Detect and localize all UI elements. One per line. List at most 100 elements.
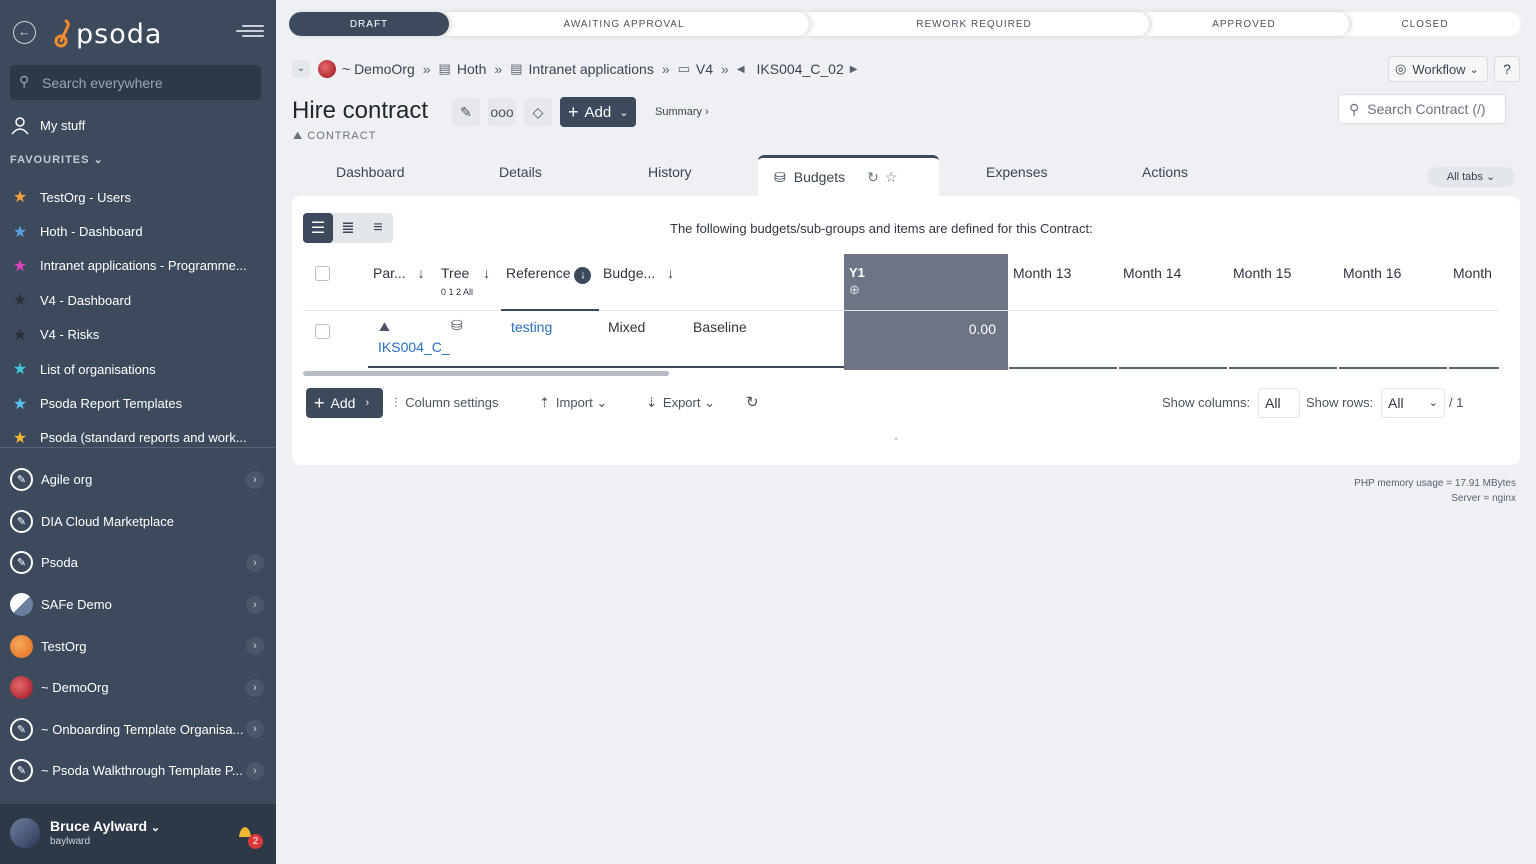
- add-item-button[interactable]: + Add ›: [306, 388, 383, 418]
- tag-icon[interactable]: ◇: [524, 98, 552, 126]
- avatar[interactable]: [10, 818, 40, 848]
- tree-levels[interactable]: 0 1 2 All: [441, 287, 473, 297]
- logo[interactable]: psoda: [52, 16, 162, 52]
- resize-handle-icon[interactable]: ⌄: [892, 432, 900, 443]
- refresh-icon[interactable]: ↻: [746, 393, 759, 411]
- organisation-item[interactable]: SAFe Demo ›: [0, 584, 276, 626]
- column-header-month[interactable]: Month: [1453, 265, 1492, 281]
- star-icon: ★: [12, 223, 28, 241]
- organisation-label: Agile org: [41, 472, 93, 488]
- column-header-month-16[interactable]: Month 16: [1343, 265, 1401, 281]
- density-medium-icon[interactable]: ≣: [333, 213, 363, 243]
- column-header-tree[interactable]: Tree ↓: [441, 265, 490, 281]
- next-icon[interactable]: ▶: [850, 64, 858, 75]
- column-header-month-14[interactable]: Month 14: [1123, 265, 1181, 281]
- budget-tree-icon: ⛁: [451, 317, 463, 333]
- column-header-month-15[interactable]: Month 15: [1233, 265, 1291, 281]
- favourite-item[interactable]: ★ Intranet applications - Programme...: [10, 249, 260, 283]
- favourites-heading[interactable]: FAVOURITES ⌄: [10, 153, 104, 166]
- previous-icon[interactable]: ◀: [737, 64, 745, 75]
- back-icon[interactable]: ←: [13, 21, 36, 44]
- star-icon[interactable]: ☆: [885, 169, 898, 186]
- plus-icon: +: [568, 101, 579, 122]
- breadcrumb-programme[interactable]: Intranet applications: [529, 61, 654, 77]
- my-stuff-link[interactable]: My stuff: [10, 114, 85, 136]
- export-button[interactable]: ⇣ Export ⌄: [646, 395, 715, 411]
- favourite-item[interactable]: ★ Psoda (standard reports and work...: [10, 421, 260, 455]
- breadcrumb-portfolio[interactable]: Hoth: [457, 61, 487, 77]
- status-awaiting-approval[interactable]: AWAITING APPROVAL: [439, 12, 809, 36]
- status-approved[interactable]: APPROVED: [1139, 12, 1349, 36]
- workflow-button[interactable]: ◎ Workflow ⌄: [1388, 56, 1488, 82]
- tab-history[interactable]: History: [648, 164, 692, 180]
- user-name-text: Bruce Aylward: [50, 818, 147, 834]
- column-settings-button[interactable]: ⫶ Column settings: [394, 395, 498, 411]
- organisation-item[interactable]: TestOrg ›: [0, 625, 276, 667]
- favourite-item[interactable]: ★ Psoda Report Templates: [10, 386, 260, 420]
- column-header-reference[interactable]: Reference ↓: [506, 265, 592, 284]
- tab-dashboard[interactable]: Dashboard: [336, 164, 405, 180]
- row-checkbox[interactable]: [315, 324, 330, 339]
- chevron-right-icon[interactable]: ›: [246, 470, 264, 489]
- tab-budgets[interactable]: ⛁ Budgets ↻ ☆: [758, 155, 939, 196]
- edit-icon[interactable]: ✎: [452, 98, 480, 126]
- chevron-right-icon[interactable]: ›: [246, 553, 264, 572]
- organisation-item[interactable]: ✎ ~ Onboarding Template Organisa... ›: [0, 709, 276, 751]
- chevron-right-icon[interactable]: ›: [246, 761, 264, 780]
- column-header-budget[interactable]: Budge... ↓: [603, 265, 674, 281]
- user-name[interactable]: Bruce Aylward ⌄: [50, 818, 160, 834]
- all-tabs-button[interactable]: All tabs ⌄: [1427, 167, 1515, 187]
- status-draft[interactable]: DRAFT: [289, 12, 449, 36]
- density-large-icon[interactable]: ☰: [303, 213, 333, 243]
- help-button[interactable]: ?: [1494, 56, 1520, 82]
- y1-value[interactable]: 0.00: [844, 321, 996, 337]
- column-header-parent[interactable]: Par... ↓: [373, 265, 425, 281]
- column-header-month-13[interactable]: Month 13: [1013, 265, 1071, 281]
- organisation-item[interactable]: ✎ ~ Psoda Walkthrough Template P... ›: [0, 750, 276, 792]
- parent-link[interactable]: IKS004_C_: [378, 339, 450, 355]
- user-panel[interactable]: Bruce Aylward ⌄ baylward 2: [0, 804, 276, 864]
- more-options-icon[interactable]: ooo: [488, 98, 516, 126]
- add-item-label: Add: [330, 395, 356, 411]
- import-button[interactable]: ⇡ Import ⌄: [539, 395, 607, 411]
- favourite-item[interactable]: ★ V4 - Risks: [10, 318, 260, 352]
- search-contract-input[interactable]: ⚲ Search Contract (/): [1338, 94, 1506, 124]
- add-button[interactable]: + Add ⌄: [560, 97, 637, 127]
- favourite-item[interactable]: ★ List of organisations: [10, 352, 260, 386]
- chevron-right-icon[interactable]: ›: [246, 595, 264, 614]
- sort-active-icon: ↓: [574, 267, 592, 284]
- chevron-down-icon[interactable]: ⌄: [292, 60, 310, 78]
- reference-link[interactable]: testing: [511, 319, 552, 335]
- favourite-item[interactable]: ★ V4 - Dashboard: [10, 283, 260, 317]
- tab-expenses[interactable]: Expenses: [986, 164, 1047, 180]
- favourite-item[interactable]: ★ TestOrg - Users: [10, 180, 260, 214]
- breadcrumb-project[interactable]: V4: [696, 61, 713, 77]
- collapse-sidebar-icon[interactable]: [236, 22, 264, 42]
- chevron-down-icon: ⌄: [93, 154, 104, 166]
- favourite-item[interactable]: ★ Hoth - Dashboard: [10, 214, 260, 248]
- refresh-icon[interactable]: ↻: [867, 169, 879, 186]
- status-rework-required[interactable]: REWORK REQUIRED: [799, 12, 1149, 36]
- tab-details[interactable]: Details: [499, 164, 542, 180]
- organisation-item[interactable]: ✎ Agile org ›: [0, 459, 276, 501]
- column-header-y1[interactable]: Y1: [849, 265, 865, 280]
- organisation-item[interactable]: ~ DemoOrg ›: [0, 667, 276, 709]
- status-closed[interactable]: CLOSED: [1339, 12, 1511, 36]
- show-columns-select[interactable]: All: [1258, 388, 1300, 418]
- show-rows-select[interactable]: All ⌄: [1381, 388, 1445, 418]
- tab-actions[interactable]: Actions: [1142, 164, 1188, 180]
- summary-link[interactable]: Summary ›: [655, 106, 709, 118]
- horizontal-scrollbar[interactable]: [303, 371, 669, 376]
- search-everywhere[interactable]: ⚲: [10, 65, 261, 100]
- organisation-item[interactable]: ✎ Psoda ›: [0, 542, 276, 584]
- chevron-right-icon[interactable]: ›: [246, 637, 264, 656]
- expand-year-icon[interactable]: ⊕: [849, 282, 860, 298]
- chevron-right-icon[interactable]: ›: [246, 720, 264, 739]
- breadcrumb-org[interactable]: ~ DemoOrg: [342, 61, 415, 77]
- chevron-right-icon[interactable]: ›: [246, 678, 264, 697]
- select-all-checkbox[interactable]: [315, 266, 330, 281]
- favourite-label: TestOrg - Users: [40, 189, 132, 205]
- search-everywhere-input[interactable]: [42, 65, 252, 100]
- density-small-icon[interactable]: ≡: [363, 213, 393, 243]
- organisation-item[interactable]: ✎ DIA Cloud Marketplace: [0, 501, 276, 543]
